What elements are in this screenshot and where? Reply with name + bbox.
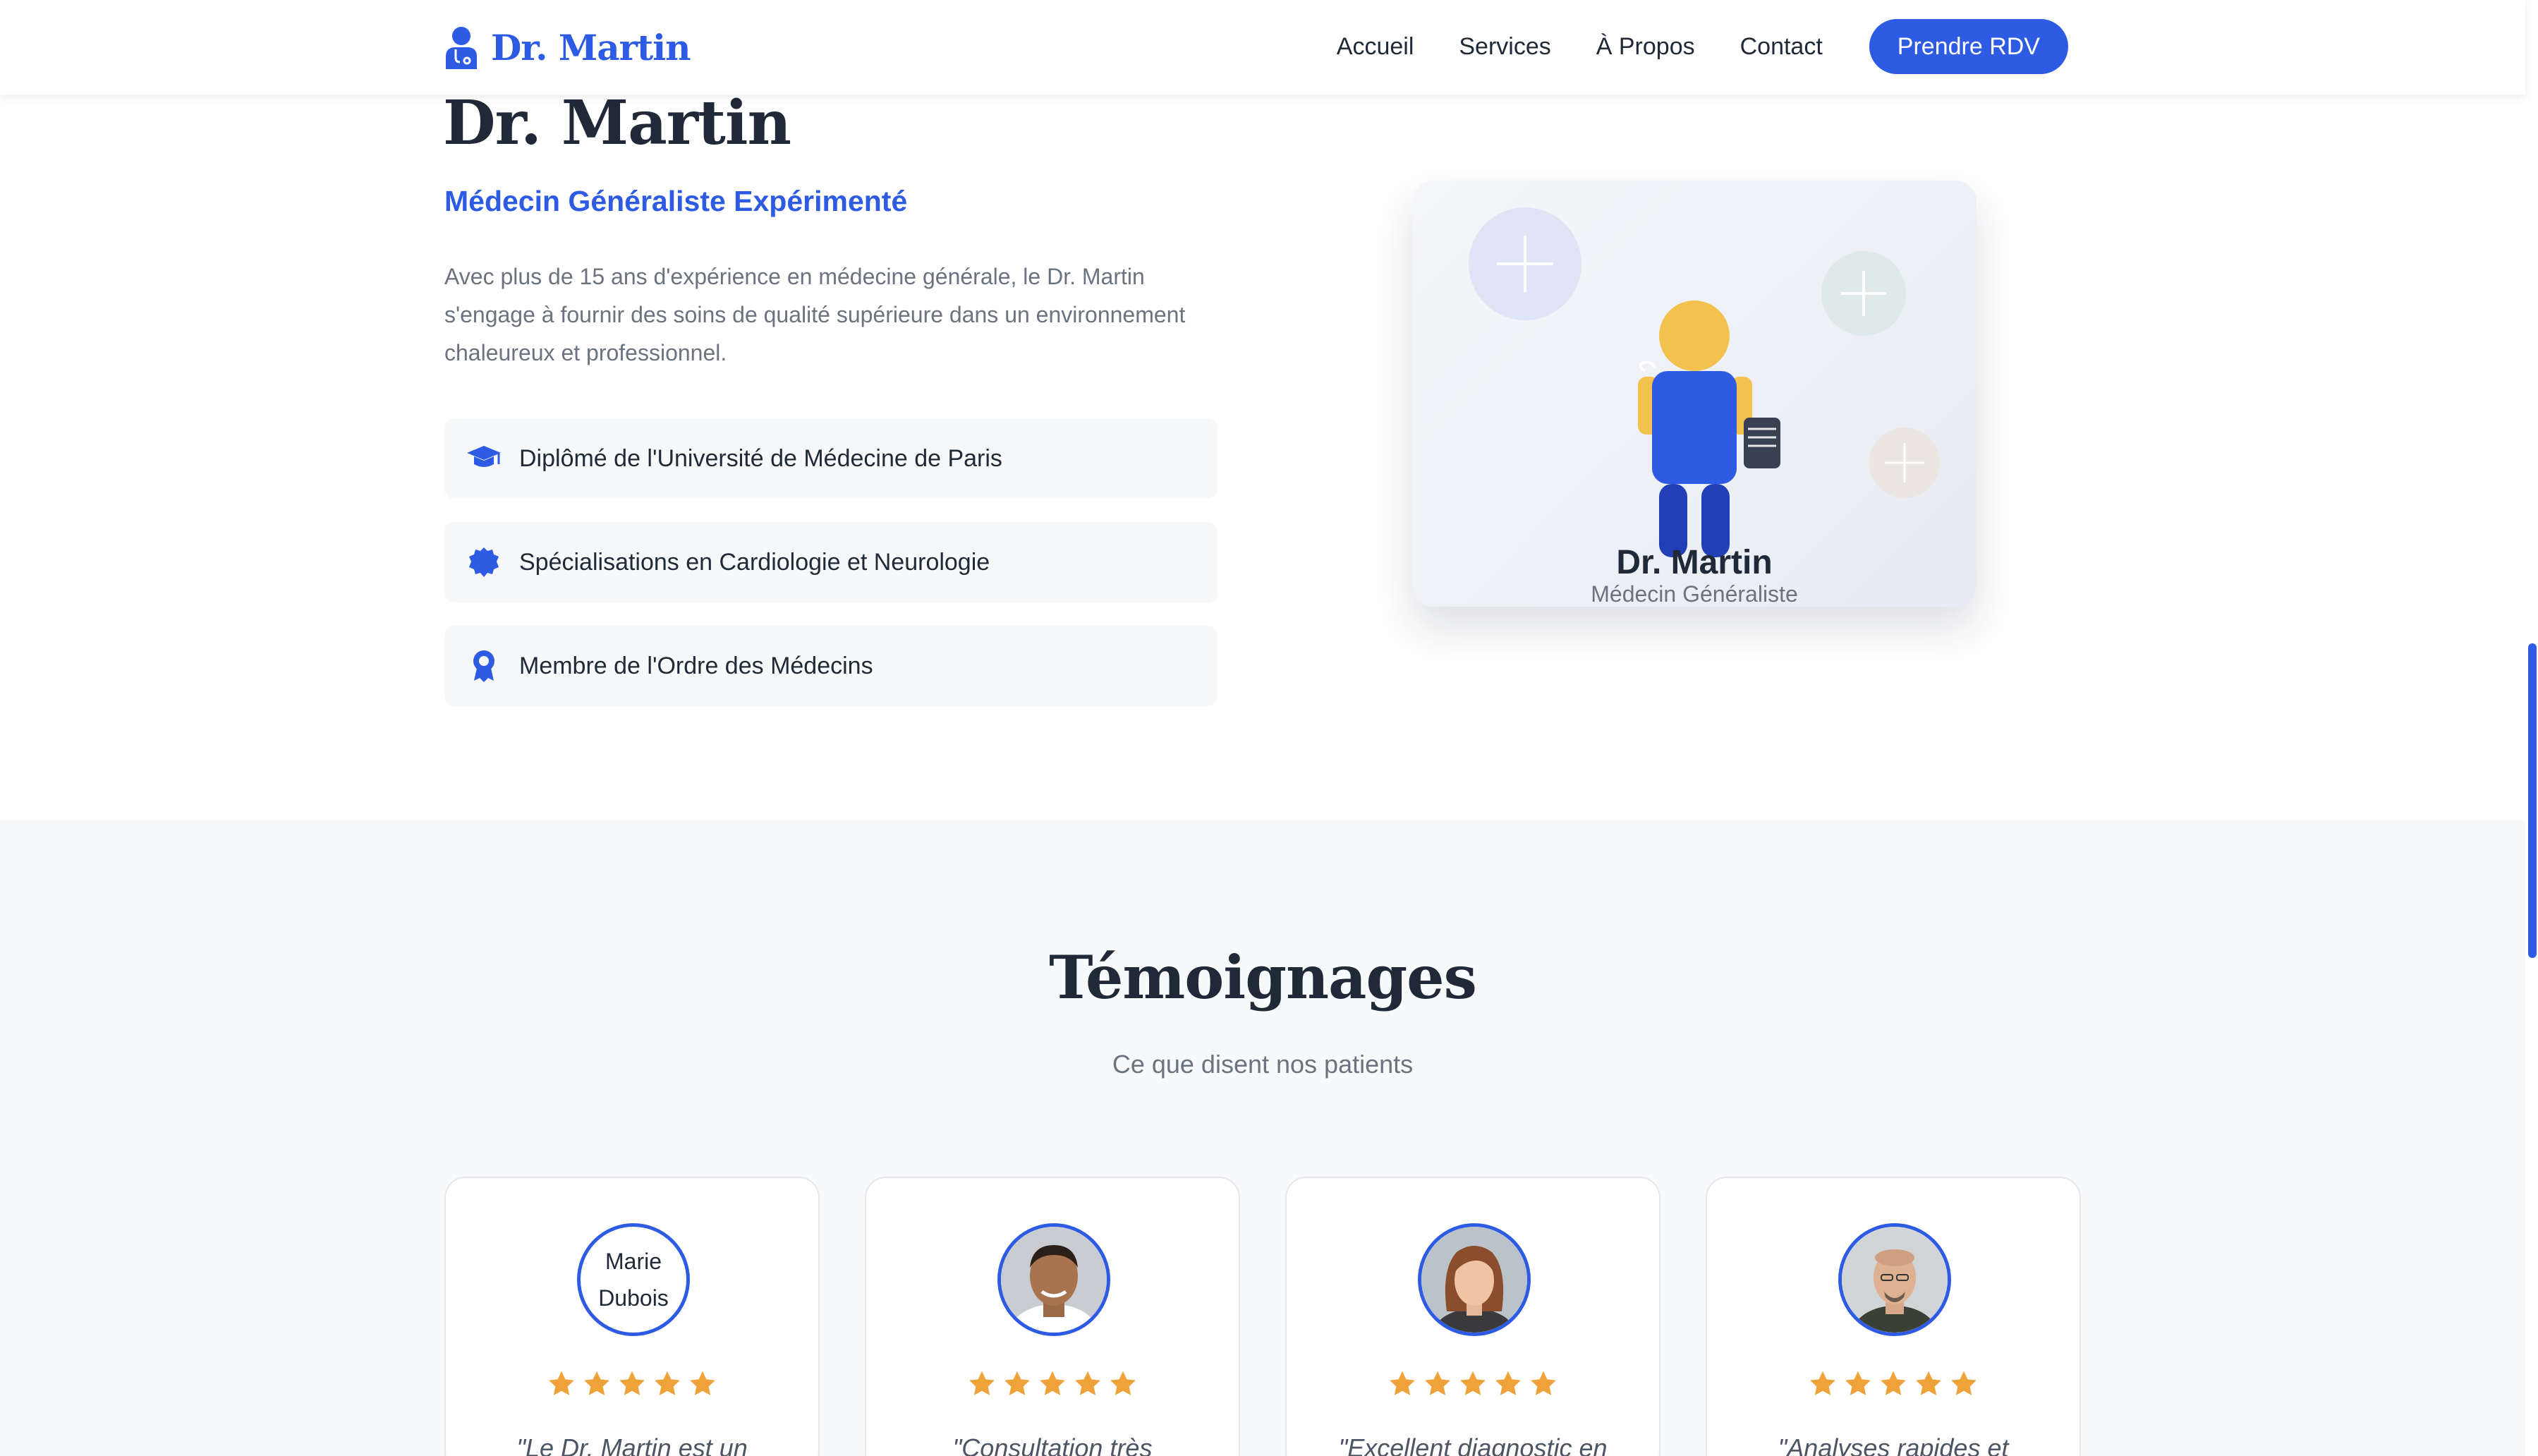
nav-link-a-propos[interactable]: À Propos (1596, 33, 1695, 61)
testimonial-card: "Consultation très (865, 1177, 1240, 1456)
star-icon (1073, 1370, 1103, 1402)
star-icon (1529, 1370, 1558, 1402)
star-icon (1388, 1370, 1417, 1402)
star-icon (582, 1370, 612, 1402)
star-icon (967, 1370, 997, 1402)
star-icon (688, 1370, 717, 1402)
star-icon (1108, 1370, 1138, 1402)
star-icon (1038, 1370, 1067, 1402)
brand-logo[interactable]: Dr. Martin (443, 23, 691, 72)
testimonial-quote: "Analyses rapides et (1778, 1433, 2009, 1456)
testimonial-card: "Excellent diagnostic en (1285, 1177, 1660, 1456)
star-rating (446, 1370, 818, 1402)
testimonials-title: Témoignages (1049, 942, 1477, 1012)
nav-link-services[interactable]: Services (1459, 33, 1550, 61)
credential-item: Membre de l'Ordre des Médecins (444, 626, 1218, 706)
star-icon (617, 1370, 647, 1402)
doctor-name-heading: Dr. Martin (443, 87, 791, 159)
doctor-subtitle: Médecin Généraliste Expérimenté (444, 185, 908, 217)
brand-name: Dr. Martin (491, 26, 691, 68)
patient-photo (1842, 1227, 1948, 1333)
avatar (997, 1223, 1110, 1336)
testimonials-subtitle: Ce que disent nos patients (1112, 1050, 1414, 1079)
certificate-badge-icon (466, 544, 502, 581)
testimonial-quote: "Le Dr. Martin est un (516, 1433, 748, 1456)
award-ribbon-icon (466, 648, 502, 684)
nav-link-accueil[interactable]: Accueil (1337, 33, 1414, 61)
star-rating (1707, 1370, 2079, 1402)
star-icon (652, 1370, 682, 1402)
star-icon (1843, 1370, 1873, 1402)
avatar-alt-text: Marie Dubois (598, 1249, 669, 1311)
main-nav: Accueil Services À Propos Contact Prendr… (1337, 18, 2068, 75)
card-doctor-name: Dr. Martin (1616, 544, 1773, 581)
credential-item: Spécialisations en Cardiologie et Neurol… (444, 522, 1218, 602)
plus-circle-icon (1469, 207, 1581, 320)
avatar (1838, 1223, 1951, 1336)
plus-circle-icon (1869, 427, 1940, 498)
avatar (1418, 1223, 1531, 1336)
nav-link-contact[interactable]: Contact (1740, 33, 1823, 61)
star-icon (1493, 1370, 1523, 1402)
testimonial-quote: "Excellent diagnostic en (1338, 1433, 1608, 1456)
book-appointment-button[interactable]: Prendre RDV (1869, 19, 2068, 74)
avatar: Marie Dubois (577, 1223, 690, 1336)
doctor-description: Avec plus de 15 ans d'expérience en méde… (444, 264, 1186, 365)
patient-photo (1001, 1227, 1107, 1333)
star-icon (1878, 1370, 1908, 1402)
navbar: Dr. Martin Accueil Services À Propos Con… (0, 0, 2525, 95)
doctor-icon (443, 25, 480, 69)
plus-circle-icon (1821, 251, 1906, 336)
credential-text: Membre de l'Ordre des Médecins (519, 652, 873, 679)
scrollbar-thumb[interactable] (2528, 643, 2537, 958)
star-rating (1287, 1370, 1659, 1402)
credential-text: Diplômé de l'Université de Médecine de P… (519, 444, 1002, 472)
testimonial-card: "Analyses rapides et (1706, 1177, 2081, 1456)
card-doctor-role: Médecin Généraliste (1591, 581, 1798, 607)
credential-item: Diplômé de l'Université de Médecine de P… (444, 418, 1218, 499)
star-icon (1808, 1370, 1838, 1402)
credential-text: Spécialisations en Cardiologie et Neurol… (519, 548, 990, 576)
star-rating (866, 1370, 1239, 1402)
graduation-cap-icon (466, 440, 502, 477)
star-icon (1949, 1370, 1979, 1402)
testimonial-quote: "Consultation très (952, 1433, 1153, 1456)
star-icon (1002, 1370, 1032, 1402)
star-icon (547, 1370, 576, 1402)
page: Dr. Martin Accueil Services À Propos Con… (0, 0, 2538, 1456)
star-icon (1423, 1370, 1452, 1402)
star-icon (1914, 1370, 1943, 1402)
patient-photo (1421, 1227, 1527, 1333)
testimonials-section: Témoignages Ce que disent nos patients M… (0, 820, 2525, 1456)
scrollbar-track[interactable] (2525, 0, 2538, 1456)
testimonial-card: Marie Dubois "Le Dr. Martin est un (444, 1177, 820, 1456)
star-icon (1458, 1370, 1488, 1402)
doctor-illustration-card: Dr. Martin Médecin Généraliste (1412, 181, 1977, 607)
